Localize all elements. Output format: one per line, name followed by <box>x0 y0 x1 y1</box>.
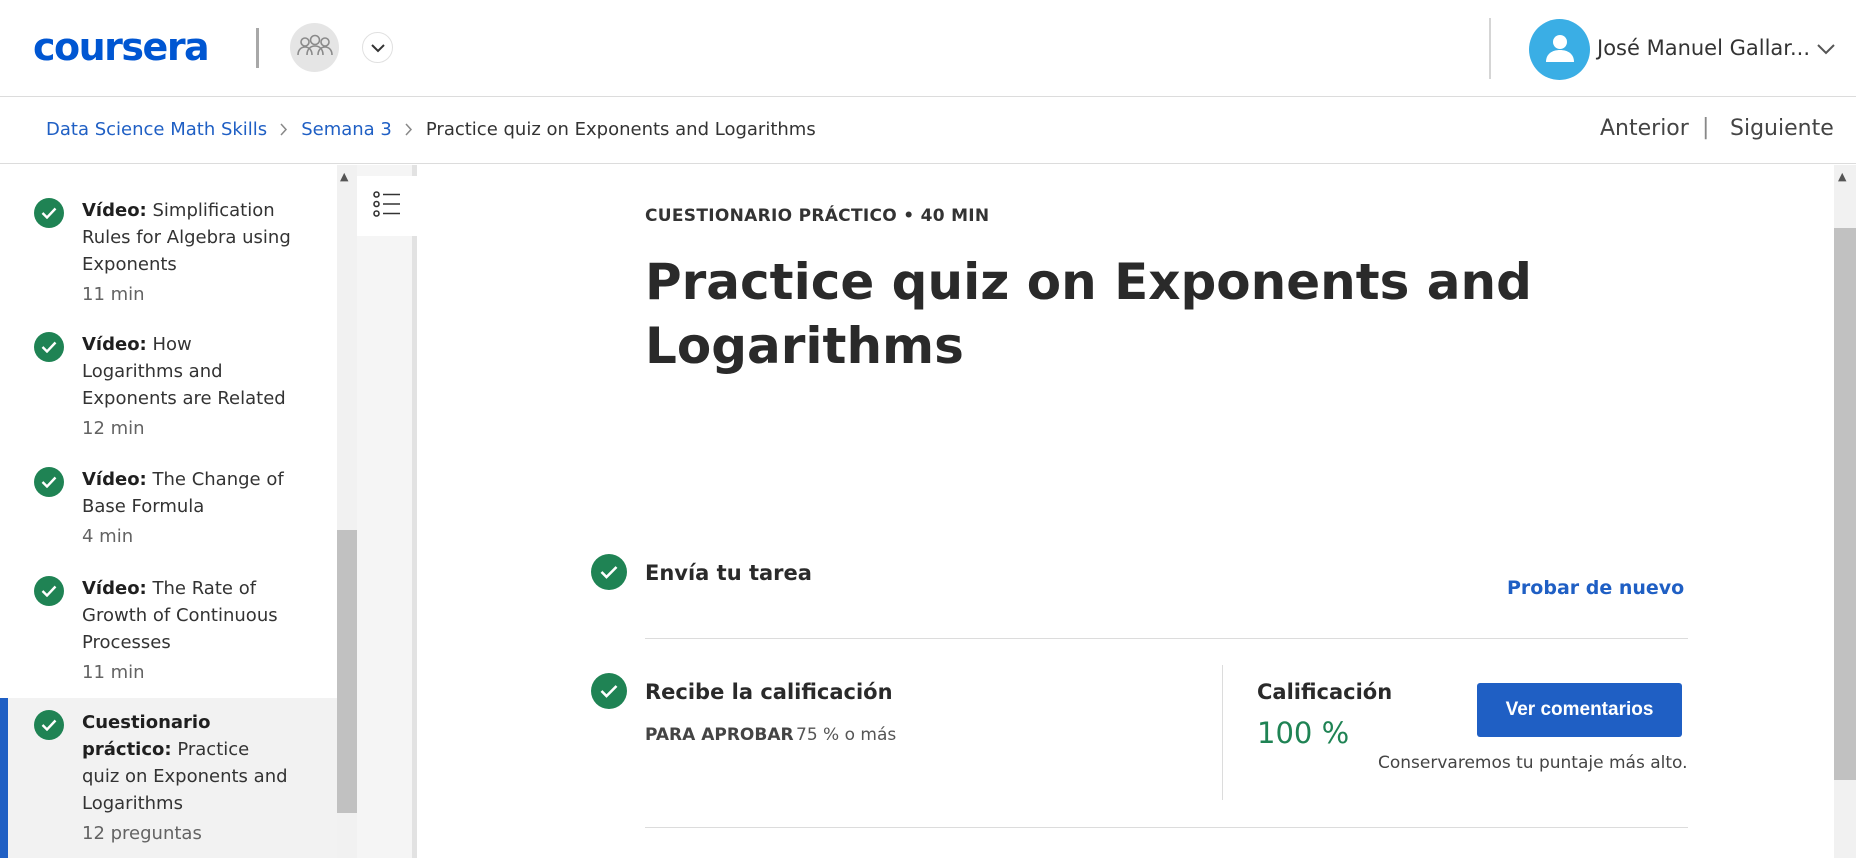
previous-link[interactable]: Anterior <box>1600 116 1689 141</box>
sidebar-item-rate-of-growth[interactable]: Vídeo: The Rate of Growth of Continuous … <box>0 543 337 683</box>
check-icon <box>34 710 64 740</box>
check-icon <box>34 198 64 228</box>
sidebar-item-text: Vídeo: Simplification Rules for Algebra … <box>82 197 292 308</box>
divider <box>645 638 1688 639</box>
next-link[interactable]: Siguiente <box>1730 116 1834 141</box>
pass-threshold-value: 75 % o más <box>796 725 897 745</box>
try-again-link[interactable]: Probar de nuevo <box>1507 577 1684 599</box>
vertical-divider <box>1222 665 1223 800</box>
header-separator <box>1489 18 1491 79</box>
item-type: Vídeo: <box>82 469 147 490</box>
sidebar-item-text: Vídeo: How Logarithms and Exponents are … <box>82 331 292 442</box>
course-outline-sidebar: Vídeo: Simplification Rules for Algebra … <box>0 165 337 858</box>
grade-step-check-icon <box>591 673 627 709</box>
submit-step-check-icon <box>591 554 627 590</box>
user-name[interactable]: José Manuel Gallar... <box>1597 36 1810 60</box>
sidebar-item-text: Vídeo: The Change of Base Formula 4 min <box>82 466 292 550</box>
item-type: Vídeo: <box>82 200 147 221</box>
top-header: coursera José Manuel Gallar... <box>0 0 1856 97</box>
scroll-up-arrow-icon[interactable]: ▲ <box>1838 170 1846 183</box>
team-avatar[interactable] <box>290 23 339 72</box>
item-question-count: 12 preguntas <box>82 823 202 844</box>
item-duration: 11 min <box>82 662 145 683</box>
user-menu-chevron-icon[interactable] <box>1817 40 1835 59</box>
grade-step-title: Recibe la calificación <box>645 680 893 704</box>
nav-separator: | <box>1702 115 1710 140</box>
group-icon <box>295 33 335 63</box>
item-type: Vídeo: <box>82 334 147 355</box>
sidebar-item-logarithms-related[interactable]: Vídeo: How Logarithms and Exponents are … <box>0 299 337 439</box>
item-kicker: CUESTIONARIO PRÁCTICO • 40 MIN <box>645 206 990 226</box>
user-icon <box>1543 31 1577 69</box>
sidebar-item-text: Vídeo: The Rate of Growth of Continuous … <box>82 575 292 686</box>
grade-label: Calificación <box>1257 680 1393 704</box>
check-icon <box>34 332 64 362</box>
list-icon <box>373 191 401 221</box>
sidebar-item-simplification-rules[interactable]: Vídeo: Simplification Rules for Algebra … <box>0 165 337 305</box>
chevron-down-icon <box>370 38 385 57</box>
highest-score-note: Conservaremos tu puntaje más alto. <box>1378 753 1688 773</box>
chevron-right-icon <box>405 123 413 136</box>
page-title: Practice quiz on Exponents and Logarithm… <box>645 253 1532 375</box>
coursera-logo[interactable]: coursera <box>33 22 210 72</box>
check-icon <box>34 467 64 497</box>
sidebar-item-change-of-base[interactable]: Vídeo: The Change of Base Formula 4 min <box>0 433 337 547</box>
sidebar-item-practice-quiz[interactable]: Cuestionario práctico: Practice quiz on … <box>0 698 337 858</box>
breadcrumb-course-link[interactable]: Data Science Math Skills <box>46 119 267 140</box>
sidebar-scrollbar-thumb[interactable] <box>337 530 357 813</box>
sidebar-item-text: Cuestionario práctico: Practice quiz on … <box>82 709 292 847</box>
divider <box>645 827 1688 828</box>
scroll-up-arrow-icon[interactable]: ▲ <box>340 170 348 183</box>
grade-value: 100 % <box>1257 716 1350 750</box>
submit-step-title: Envía tu tarea <box>645 561 812 585</box>
chevron-right-icon <box>280 123 288 136</box>
team-dropdown-button[interactable] <box>362 32 393 63</box>
check-icon <box>34 576 64 606</box>
item-type: Vídeo: <box>82 578 147 599</box>
outline-toggle-button[interactable] <box>357 176 417 236</box>
breadcrumb: Data Science Math Skills Semana 3 Practi… <box>46 119 816 140</box>
breadcrumb-week-link[interactable]: Semana 3 <box>301 119 392 140</box>
logo-divider <box>256 28 259 68</box>
pass-threshold-label: PARA APROBAR <box>645 725 794 745</box>
user-avatar[interactable] <box>1529 19 1590 80</box>
breadcrumb-bar: Data Science Math Skills Semana 3 Practi… <box>0 98 1856 164</box>
view-feedback-button[interactable]: Ver comentarios <box>1477 683 1682 737</box>
breadcrumb-current: Practice quiz on Exponents and Logarithm… <box>425 119 816 140</box>
outline-toggle-column <box>357 165 417 858</box>
main-scrollbar-thumb[interactable] <box>1834 228 1856 780</box>
